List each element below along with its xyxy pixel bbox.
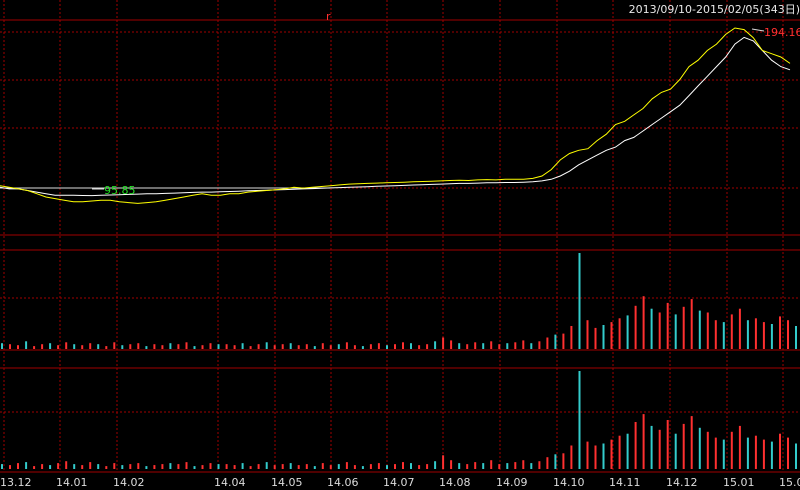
x-tick-label: 14.10 [553, 476, 585, 489]
x-tick-label: 14.02 [113, 476, 145, 489]
x-tick-label: 15.01 [723, 476, 755, 489]
x-tick-label: 15.0 [779, 476, 800, 489]
x-tick-label: 14.08 [439, 476, 471, 489]
x-tick-label: 13.12 [0, 476, 32, 489]
max-arrow [751, 28, 765, 32]
index-line [0, 27, 791, 204]
x-tick-label: 14.11 [609, 476, 641, 489]
x-tick-label: 14.06 [327, 476, 359, 489]
min-price-label: 95.85 [104, 184, 136, 197]
x-tick-label: 14.07 [383, 476, 415, 489]
x-tick-label: 14.12 [666, 476, 698, 489]
chart-canvas[interactable]: 13.12 14.01 14.02 14.04 14.05 14.06 14.07 14.08… [0, 0, 800, 490]
date-range-label: 2013/09/10-2015/02/05(343日) [628, 3, 800, 16]
max-price-label: 194.16 [764, 26, 800, 39]
stock-chart: 13.12 14.01 14.02 14.04 14.05 14.06 14.07 14.08… [0, 0, 800, 490]
x-tick-label: 14.01 [56, 476, 88, 489]
x-tick-label: 14.04 [214, 476, 246, 489]
x-tick-label: 14.09 [496, 476, 528, 489]
price-line [0, 36, 791, 197]
x-tick-label: 14.05 [271, 476, 303, 489]
marker-glyph: r [326, 10, 331, 23]
